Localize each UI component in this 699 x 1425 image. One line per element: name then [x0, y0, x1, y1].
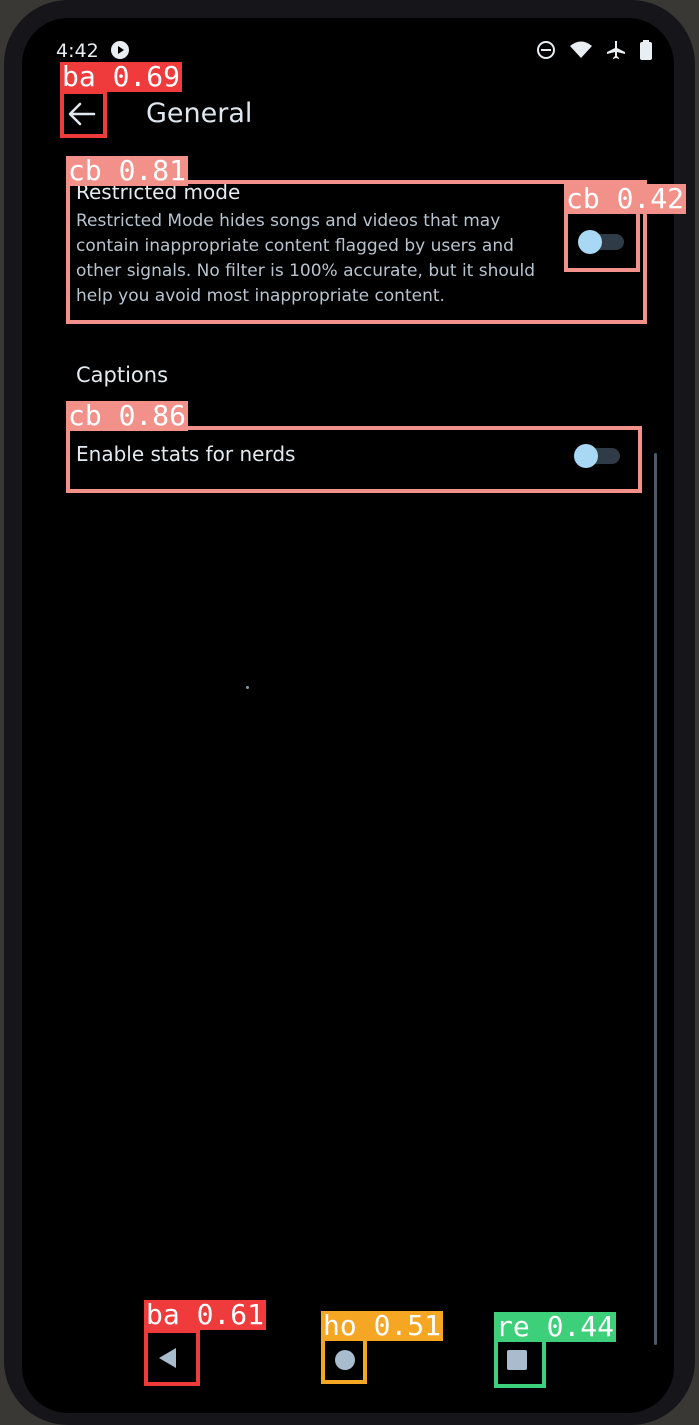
scrollbar[interactable]: [654, 453, 657, 1345]
detection-box-back-top: [60, 90, 107, 138]
page-title: General: [146, 98, 253, 129]
detection-box-restricted-row: [66, 180, 647, 324]
detection-box-stats-row: [66, 426, 642, 493]
screen-speck: [246, 686, 249, 689]
battery-icon: [640, 40, 652, 64]
detection-box-nav-home: [321, 1337, 367, 1384]
captions-section-label: Captions: [76, 363, 169, 387]
detection-box-nav-back: [144, 1329, 200, 1386]
detection-label-nav-recents: re 0.44: [494, 1310, 617, 1343]
status-icons: [536, 40, 652, 64]
detection-label-back-top: ba 0.69: [60, 60, 183, 93]
status-time: 4:42: [56, 40, 99, 62]
do-not-disturb-icon: [536, 40, 556, 64]
detection-label-stats-row: cb 0.86: [66, 399, 189, 432]
detection-box-nav-recents: [494, 1338, 546, 1388]
wifi-icon: [570, 41, 592, 63]
detection-label-nav-back: ba 0.61: [144, 1298, 267, 1331]
detection-label-restricted-row: cb 0.81: [66, 154, 189, 187]
detection-label-nav-home: ho 0.51: [321, 1309, 444, 1342]
detection-label-restricted-toggle: cb 0.42: [564, 182, 687, 215]
airplane-mode-icon: [606, 40, 626, 64]
detection-box-restricted-toggle: [564, 210, 640, 272]
